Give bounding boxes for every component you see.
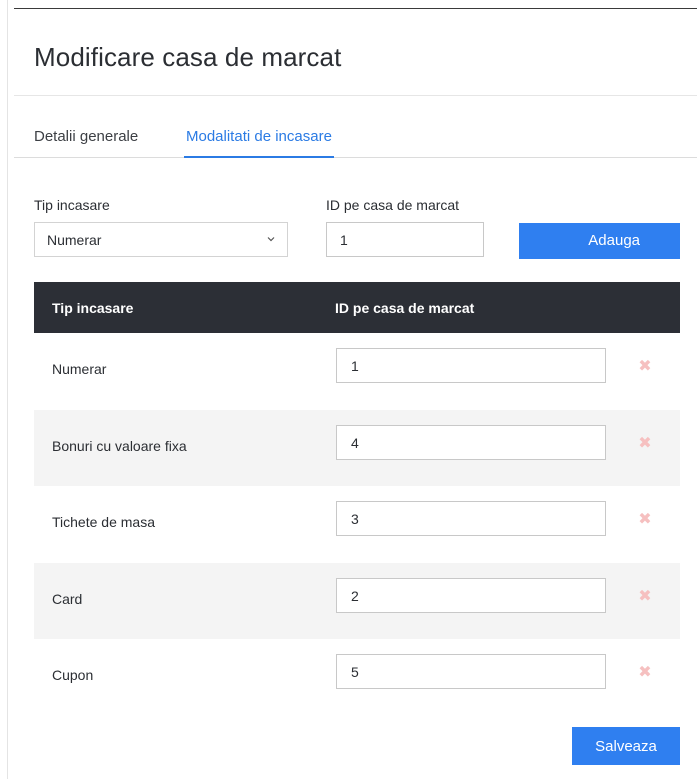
dialog-top-edge (14, 8, 697, 9)
row-id-input[interactable]: 2 (336, 577, 606, 613)
row-id-input[interactable]: 4 (336, 424, 606, 460)
id-casa-label: ID pe casa de marcat (326, 197, 460, 213)
row-id-value: 2 (351, 587, 359, 604)
table-row: Tichete de masa 3 ✖ (34, 486, 680, 563)
payment-methods-table: Tip incasare ID pe casa de marcat Numera… (34, 282, 680, 716)
table-row: Card 2 ✖ (34, 562, 680, 639)
id-casa-input-value: 1 (340, 232, 348, 248)
close-icon[interactable]: ✖ (638, 588, 652, 604)
tip-incasare-label: Tip incasare (34, 197, 110, 213)
table-row: Numerar 1 ✖ (34, 333, 680, 410)
add-button-label: Adauga (588, 232, 640, 249)
tab-detalii-generale[interactable]: Detalii generale (34, 128, 138, 158)
tip-incasare-selected-value: Numerar (47, 232, 102, 248)
save-button[interactable]: Salveaza (572, 727, 680, 765)
row-id-input[interactable]: 1 (336, 348, 606, 383)
close-icon[interactable]: ✖ (638, 435, 652, 451)
row-payment-name: Cupon (52, 667, 94, 683)
table-header: Tip incasare ID pe casa de marcat (34, 282, 680, 333)
tip-incasare-select[interactable]: Numerar (34, 222, 288, 257)
close-icon[interactable]: ✖ (638, 359, 652, 375)
row-payment-name: Tichete de masa (52, 514, 155, 530)
row-id-input[interactable]: 3 (336, 501, 606, 536)
row-payment-name: Card (52, 590, 83, 607)
tab-bar: Detalii generale Modalitati de incasare (14, 120, 697, 158)
dialog-left-edge (7, 0, 8, 779)
dialog-title: Modificare casa de marcat (34, 42, 342, 72)
column-header-id-casa: ID pe casa de marcat (335, 300, 475, 316)
close-icon[interactable]: ✖ (638, 665, 652, 681)
row-payment-name: Bonuri cu valoare fixa (52, 437, 187, 454)
tab-modalitati-de-incasare[interactable]: Modalitati de incasare (184, 128, 334, 158)
dialog-header: Modificare casa de marcat (14, 14, 697, 96)
row-id-value: 5 (351, 664, 359, 680)
row-id-value: 3 (351, 511, 359, 527)
table-row: Bonuri cu valoare fixa 4 ✖ (34, 409, 680, 486)
row-id-value: 1 (351, 358, 359, 374)
id-casa-input[interactable]: 1 (326, 222, 484, 257)
close-icon[interactable]: ✖ (638, 512, 652, 528)
row-id-input[interactable]: 5 (336, 654, 606, 689)
table-row: Cupon 5 ✖ (34, 639, 680, 716)
row-payment-name: Numerar (52, 361, 107, 377)
row-id-value: 4 (351, 434, 359, 451)
column-header-tip-incasare: Tip incasare (52, 300, 134, 316)
add-button[interactable]: Adauga (519, 223, 680, 259)
chevron-down-icon (267, 237, 275, 242)
